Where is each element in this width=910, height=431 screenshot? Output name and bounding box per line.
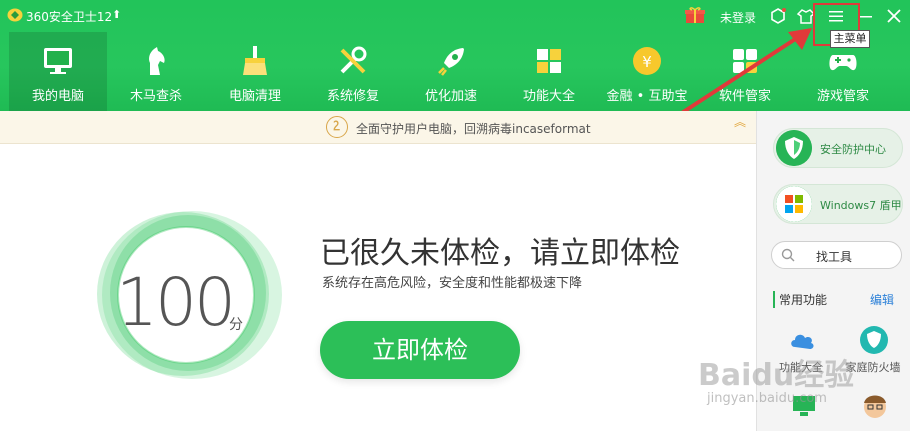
status-headline: 已很久未体检，请立即体检 <box>320 236 680 271</box>
score-unit: 分 <box>229 317 243 333</box>
app-logo-icon <box>7 8 23 22</box>
nav-label: 电脑清理 <box>228 89 281 104</box>
tool-search-placeholder: 找工具 <box>816 250 853 264</box>
shield-icon <box>776 130 812 166</box>
windows-icon <box>776 186 812 222</box>
wrench-icon <box>340 46 367 74</box>
baidu-watermark: Baidu经验 <box>698 358 855 393</box>
score-value: 100 <box>116 264 236 341</box>
nav-trojan-scan[interactable]: 木马查杀 <box>107 32 205 111</box>
nav-system-repair[interactable]: 系统修复 <box>304 32 402 111</box>
info-text[interactable]: 全面守护用户电脑，回溯病毒incaseformat <box>356 120 591 137</box>
coin-icon: ¥ <box>633 47 661 75</box>
nav-optimize[interactable]: 优化加速 <box>402 32 500 111</box>
baidu-watermark-url: jingyan.baidu.com <box>707 391 827 406</box>
monitor-icon <box>44 48 72 74</box>
security-center-label: 安全防护中心 <box>820 143 886 156</box>
main-menu-tooltip: 主菜单 <box>830 30 870 48</box>
close-icon[interactable] <box>884 6 904 26</box>
collapse-chevron-icon[interactable]: ︽ <box>734 116 746 128</box>
nav-label: 系统修复 <box>326 89 379 104</box>
nav-all-features[interactable]: 功能大全 <box>500 32 598 111</box>
shield-notice-icon <box>326 116 348 138</box>
win7-shield-label: Windows7 盾甲 <box>820 199 902 212</box>
broom-icon <box>243 46 267 75</box>
app-title: 360安全卫士12 <box>26 10 113 24</box>
horse-icon <box>149 47 165 75</box>
firewall-shield-icon <box>860 326 888 354</box>
tool-search-input[interactable]: 找工具 <box>771 241 902 269</box>
avatar-icon[interactable] <box>861 391 889 421</box>
security-center-button[interactable]: 安全防护中心 <box>773 128 903 168</box>
nav-label: 优化加速 <box>424 89 477 104</box>
nav-pc-cleanup[interactable]: 电脑清理 <box>206 32 304 111</box>
nav-my-computer[interactable]: 我的电脑 <box>9 32 107 111</box>
gamepad-icon <box>829 55 857 71</box>
svg-text:¥: ¥ <box>642 53 652 71</box>
grid-icon <box>537 49 561 73</box>
info-bar: 全面守护用户电脑，回溯病毒incaseformat ︽ <box>0 111 756 144</box>
check-now-button[interactable]: 立即体检 <box>320 321 520 379</box>
nav-label: 功能大全 <box>522 89 575 104</box>
upgrade-arrow-icon[interactable]: ⬆ <box>112 8 121 21</box>
search-icon <box>781 248 795 262</box>
main-panel: 100 分 已很久未体检，请立即体检 系统存在高危风险，安全度和性能都极速下降 … <box>0 144 756 431</box>
rocket-icon <box>438 48 464 76</box>
status-subline: 系统存在高危风险，安全度和性能都极速下降 <box>322 276 583 291</box>
nav-label: 我的电脑 <box>31 89 84 104</box>
edit-link[interactable]: 编辑 <box>870 291 894 308</box>
nav-label: 木马查杀 <box>129 89 182 104</box>
common-features-title: 常用功能 <box>773 291 827 308</box>
win7-shield-button[interactable]: Windows7 盾甲 <box>773 184 903 224</box>
